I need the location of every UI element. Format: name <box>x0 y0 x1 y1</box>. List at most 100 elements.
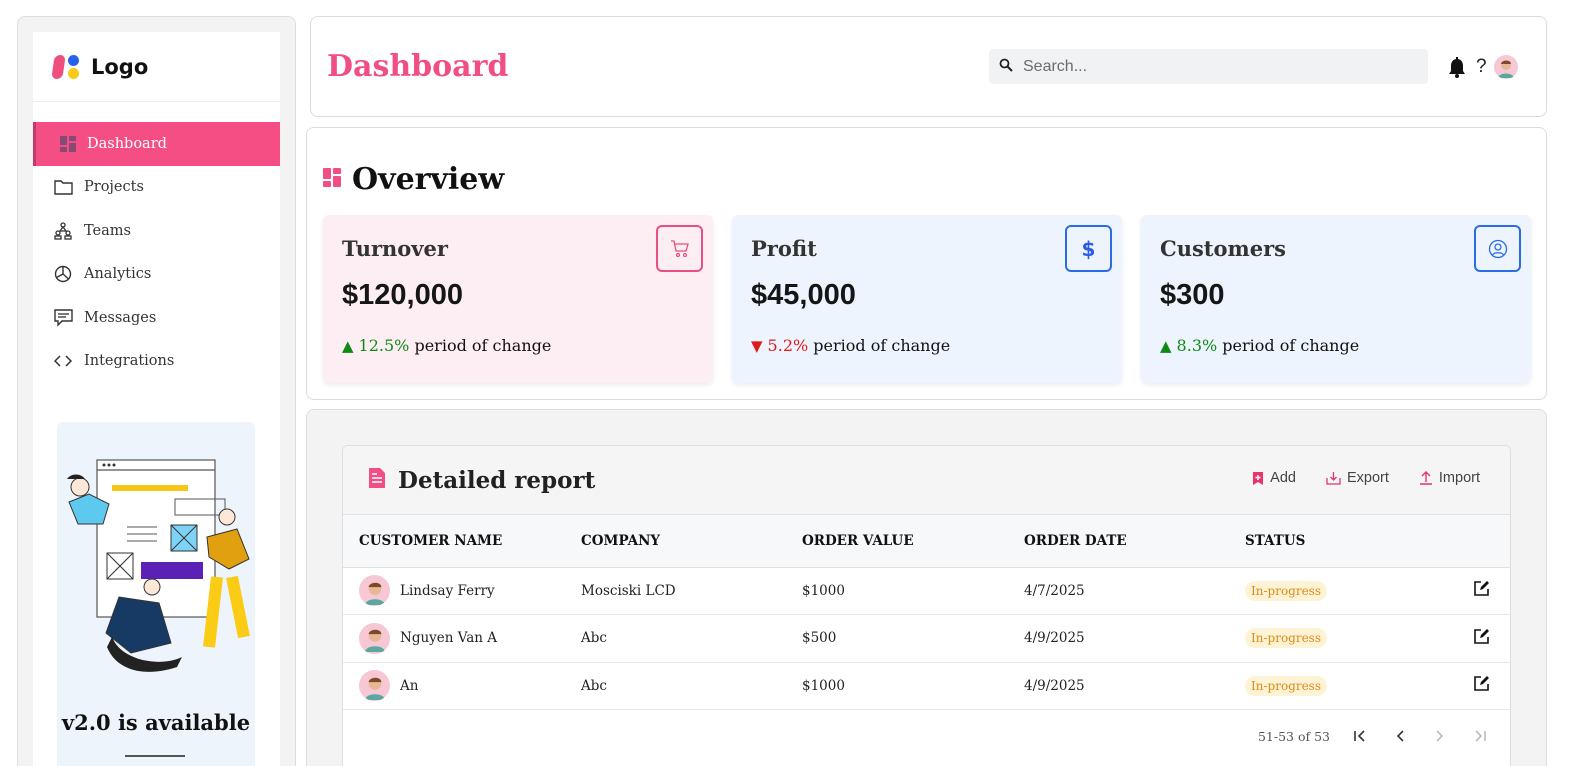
import-button[interactable]: Import <box>1419 470 1480 486</box>
help-icon[interactable]: ? <box>1476 56 1487 78</box>
company: Abc <box>565 662 786 710</box>
edit-icon[interactable] <box>1473 628 1490 649</box>
sidebar-item-label: Integrations <box>84 353 175 370</box>
user-avatar[interactable] <box>1493 55 1518 79</box>
folder-icon <box>53 177 73 197</box>
document-icon <box>368 467 386 493</box>
bell-icon[interactable] <box>1446 56 1468 78</box>
customers-card: Customers $300 ▲ 8.3% period of change <box>1141 215 1531 383</box>
next-page-icon[interactable] <box>1430 726 1450 746</box>
company: Abc <box>565 614 786 663</box>
report-section: Detailed report Add Export Import CUSTOM… <box>306 409 1547 766</box>
report-table: CUSTOMER NAME COMPANY ORDER VALUE ORDER … <box>343 515 1510 710</box>
col-order-value[interactable]: ORDER VALUE <box>786 515 1008 568</box>
search-box[interactable] <box>989 49 1428 84</box>
logo-text: Logo <box>91 54 149 79</box>
edit-icon[interactable] <box>1473 581 1490 601</box>
user-circle-icon[interactable] <box>1474 225 1521 272</box>
col-order-date[interactable]: ORDER DATE <box>1008 515 1229 568</box>
col-status[interactable]: STATUS <box>1229 515 1389 568</box>
pagination-info: 51-53 of 53 <box>1257 728 1330 744</box>
status-badge: In-progress <box>1245 580 1328 601</box>
code-icon <box>53 351 73 371</box>
sidebar-item-teams[interactable]: Teams <box>33 209 280 253</box>
sidebar-nav: Dashboard Projects Teams Analytics Messa… <box>33 122 280 383</box>
logo[interactable]: Logo <box>33 32 280 102</box>
sidebar-item-projects[interactable]: Projects <box>33 166 280 210</box>
cart-icon[interactable] <box>656 225 703 272</box>
avatar <box>359 575 390 607</box>
order-value: $1000 <box>786 567 1008 615</box>
teams-icon <box>53 221 73 241</box>
search-input[interactable] <box>1023 57 1403 76</box>
pagination: 51-53 of 53 <box>343 710 1510 762</box>
last-page-icon[interactable] <box>1470 726 1490 746</box>
card-change: ▲ 12.5% period of change <box>342 336 551 355</box>
card-change: ▼ 5.2% period of change <box>751 336 950 355</box>
overview-icon <box>323 167 343 192</box>
profit-card: Profit $45,000 ▼ 5.2% period of change $ <box>732 215 1122 383</box>
order-date: 4/7/2025 <box>1008 567 1229 615</box>
table-row[interactable]: Lindsay Ferry Mosciski LCD $1000 4/7/202… <box>343 567 1510 615</box>
report-actions: Add Export Import <box>1222 470 1480 486</box>
export-button[interactable]: Export <box>1326 470 1389 486</box>
status-badge: In-progress <box>1245 628 1328 649</box>
customer-name: Lindsay Ferry <box>400 582 495 599</box>
sidebar-item-integrations[interactable]: Integrations <box>33 340 280 384</box>
customer-name: An <box>400 677 419 694</box>
card-title: Profit <box>751 236 817 261</box>
add-button[interactable]: Add <box>1252 470 1296 486</box>
promo-card: v2.0 is available <box>57 422 255 766</box>
status-badge: In-progress <box>1245 675 1328 696</box>
col-actions <box>1389 515 1510 568</box>
export-icon <box>1326 472 1341 485</box>
customer-name: Nguyen Van A <box>400 630 498 647</box>
overview-heading: Overview <box>323 162 504 197</box>
sidebar-item-analytics[interactable]: Analytics <box>33 253 280 297</box>
change-percent: 8.3% <box>1176 336 1218 355</box>
avatar <box>359 670 390 702</box>
promo-title: v2.0 is available <box>61 710 251 735</box>
logo-icon <box>51 53 81 81</box>
pie-chart-icon <box>53 264 73 284</box>
dashboard-icon <box>58 134 78 154</box>
overview-title: Overview <box>352 162 505 197</box>
change-percent: 5.2% <box>767 336 809 355</box>
first-page-icon[interactable] <box>1350 726 1370 746</box>
order-date: 4/9/2025 <box>1008 662 1229 710</box>
prev-page-icon[interactable] <box>1390 726 1410 746</box>
promo-divider <box>125 755 185 757</box>
dollar-icon[interactable]: $ <box>1065 225 1112 272</box>
table-row[interactable]: An Abc $1000 4/9/2025 In-progress <box>343 662 1510 710</box>
order-value: $1000 <box>786 662 1008 710</box>
change-text: period of change <box>409 336 552 355</box>
card-title: Customers <box>1160 236 1286 261</box>
trend-up-icon: ▲ <box>342 336 354 355</box>
sidebar-item-label: Analytics <box>84 266 152 283</box>
sidebar-item-label: Messages <box>84 309 157 326</box>
bookmark-add-icon <box>1253 471 1264 485</box>
turnover-card: Turnover $120,000 ▲ 12.5% period of chan… <box>323 215 713 383</box>
page-title: Dashboard <box>327 49 509 84</box>
avatar <box>359 622 390 654</box>
top-header: Dashboard ? <box>310 16 1547 117</box>
card-value: $120,000 <box>342 279 463 311</box>
header-actions: ? <box>1446 55 1518 79</box>
card-title: Turnover <box>342 236 448 261</box>
change-percent: 12.5% <box>358 336 410 355</box>
col-customer-name[interactable]: CUSTOMER NAME <box>343 515 565 568</box>
sidebar-item-messages[interactable]: Messages <box>33 296 280 340</box>
trend-up-icon: ▲ <box>1160 336 1172 355</box>
card-value: $45,000 <box>751 279 856 311</box>
sidebar-item-dashboard[interactable]: Dashboard <box>33 122 280 166</box>
detailed-report: Detailed report Add Export Import CUSTOM… <box>342 445 1511 766</box>
company: Mosciski LCD <box>565 567 786 615</box>
search-icon <box>999 57 1013 76</box>
card-change: ▲ 8.3% period of change <box>1160 336 1359 355</box>
col-company[interactable]: COMPANY <box>565 515 786 568</box>
sidebar-item-label: Dashboard <box>87 135 167 152</box>
table-row[interactable]: Nguyen Van A Abc $500 4/9/2025 In-progre… <box>343 614 1510 663</box>
edit-icon[interactable] <box>1473 676 1490 696</box>
card-value: $300 <box>1160 279 1225 311</box>
change-text: period of change <box>1217 336 1360 355</box>
